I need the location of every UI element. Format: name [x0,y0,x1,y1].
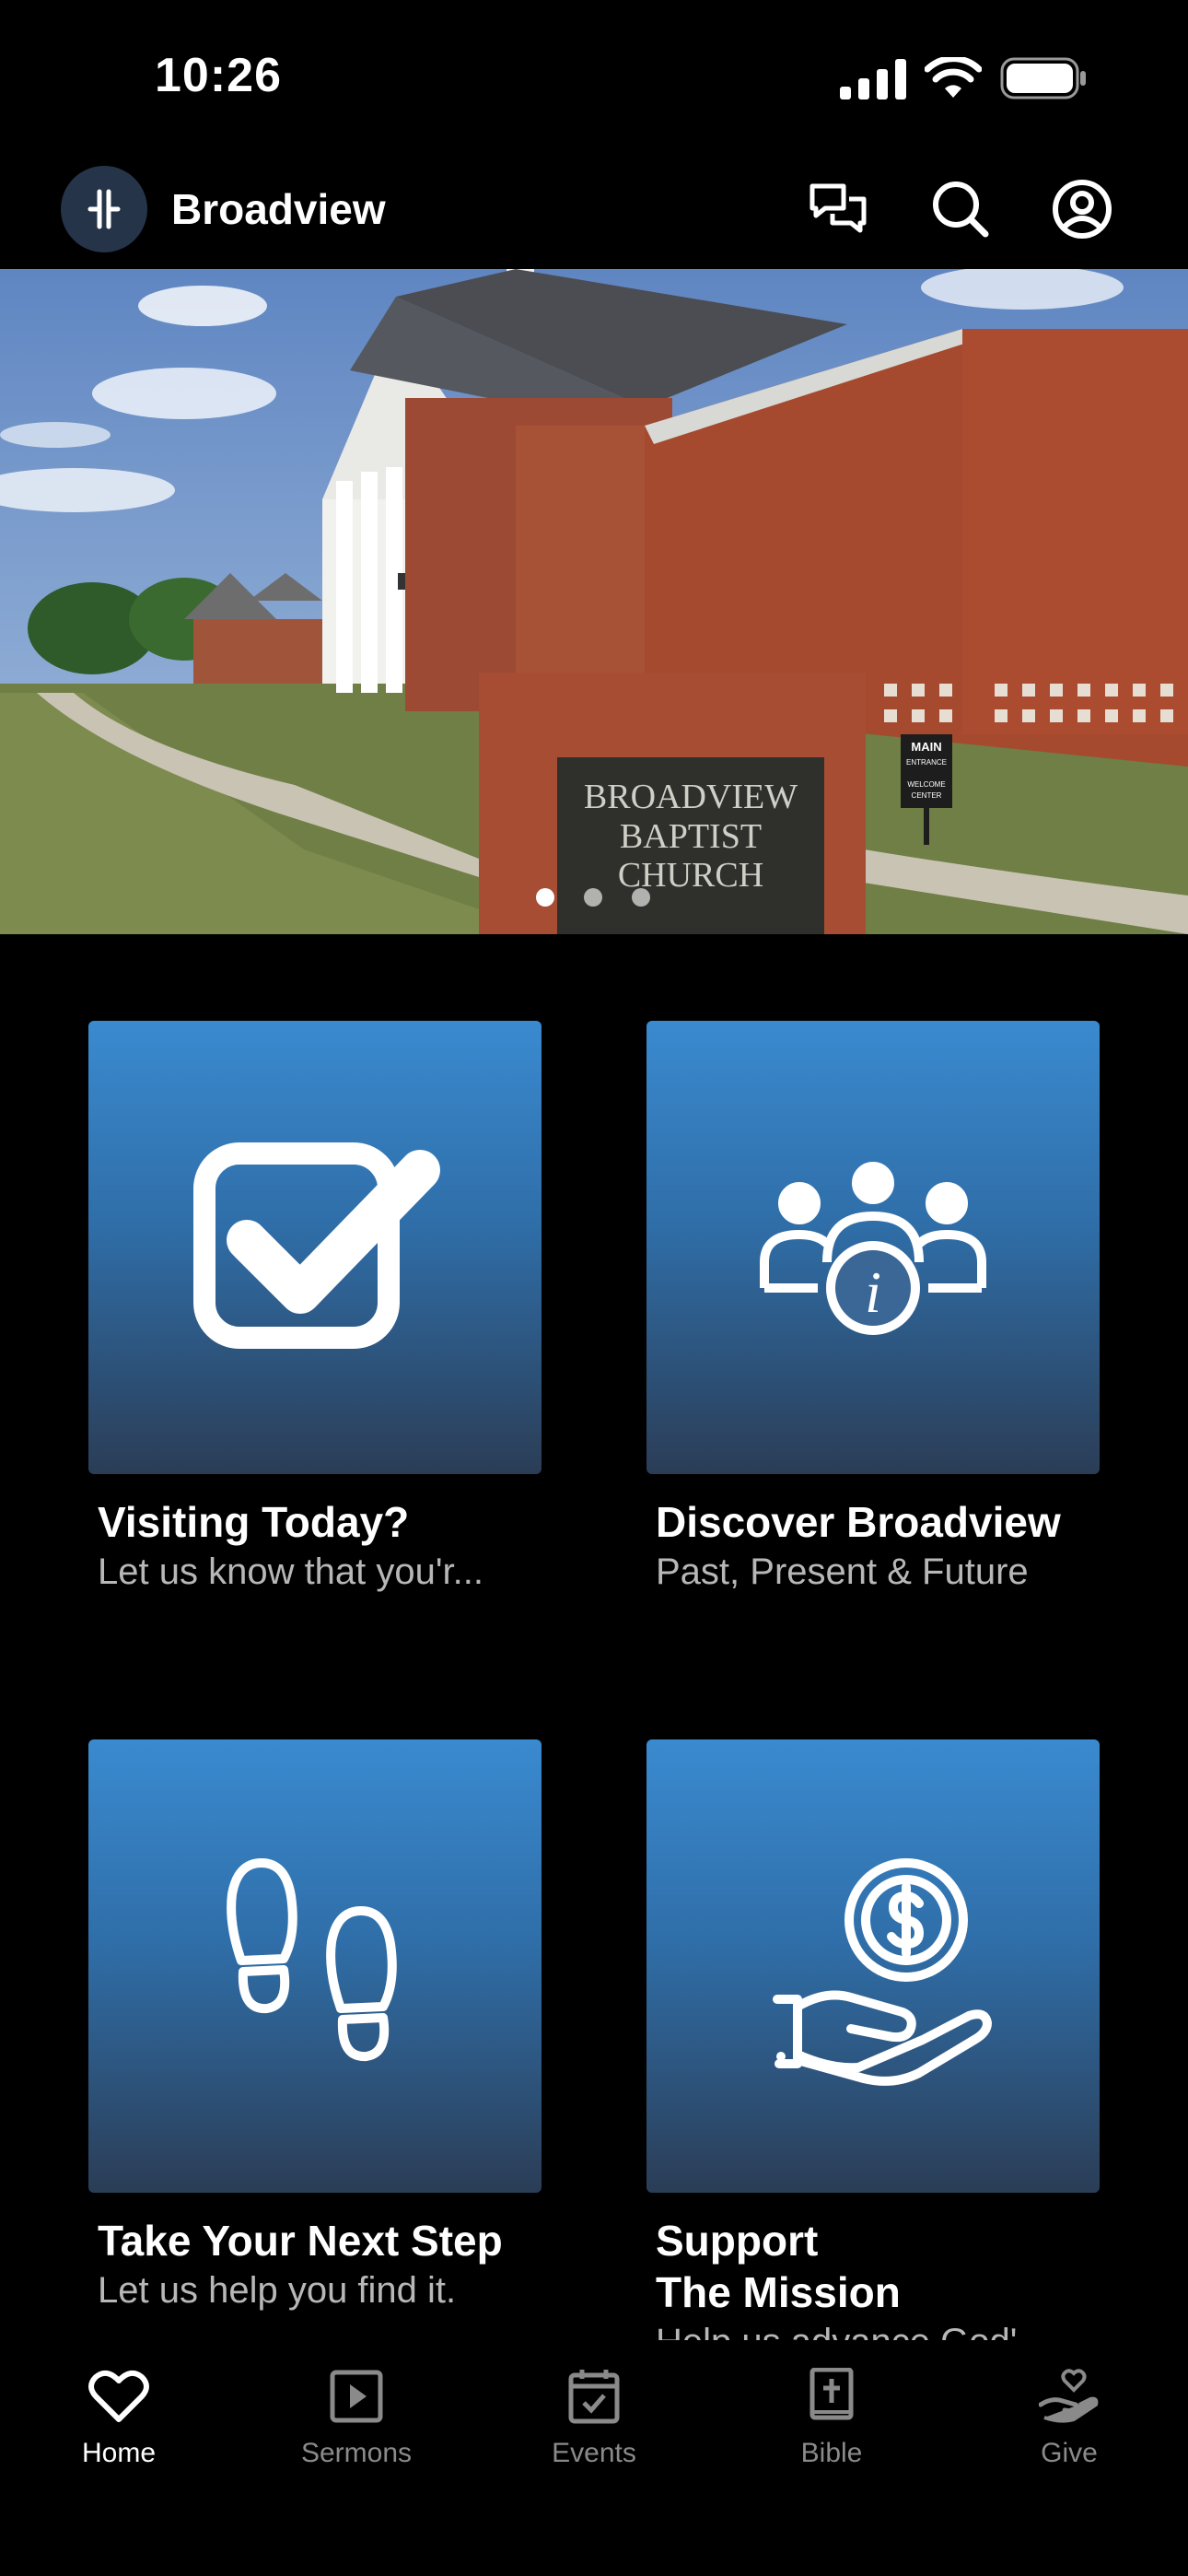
svg-text:ENTRANCE: ENTRANCE [906,758,947,767]
next-step-tile[interactable] [88,1739,542,2193]
tab-sermons[interactable]: Sermons [238,2368,475,2469]
hero-carousel[interactable]: BROADVIEW BAPTIST CHURCH MAIN ENTRANCE W… [0,269,1188,934]
visiting-today-tile[interactable] [88,1021,542,1474]
heart-icon [88,2370,149,2422]
hand-coin-icon [773,1858,992,2086]
tab-bible[interactable]: Bible [713,2368,950,2469]
tile-subtitle: Let us help you find it. [98,2270,457,2311]
tile-title-line1: Support [656,2217,819,2265]
tab-home[interactable]: Home [0,2368,238,2469]
play-icon [330,2370,383,2423]
cross-logo-icon [87,189,121,229]
tile-subtitle: Help us advance God' [656,2320,1098,2340]
battery-icon [1000,57,1086,100]
chat-icon[interactable] [807,177,871,241]
tab-label: Events [552,2438,636,2468]
search-icon[interactable] [928,177,993,241]
svg-text:BROADVIEW: BROADVIEW [584,778,798,816]
support-mission-tile[interactable] [646,1739,1100,2193]
give-icon [1039,2369,1099,2423]
carousel-dot[interactable] [584,888,602,907]
tile-title: Discover Broadview [656,1498,1061,1546]
tab-label: Sermons [300,2438,413,2468]
tile-title-line2: The Mission [656,2268,901,2316]
svg-text:CENTER: CENTER [912,791,942,800]
svg-text:MAIN: MAIN [911,740,941,754]
tab-label: Home [81,2438,157,2468]
profile-icon[interactable] [1050,177,1114,241]
tab-label: Give [1041,2438,1098,2468]
tab-events[interactable]: Events [475,2368,713,2469]
checkbox-checked-icon [193,1142,440,1349]
tile-subtitle: Past, Present & Future [656,1551,1029,1592]
discover-broadview-tile[interactable]: i [646,1021,1100,1474]
calendar-icon [568,2370,620,2424]
tab-label: Bible [800,2438,863,2468]
status-time: 10:26 [155,49,282,102]
svg-text:BAPTIST: BAPTIST [620,817,762,856]
tab-give[interactable]: Give [950,2368,1188,2469]
svg-text:i: i [865,1259,881,1325]
app-title: Broadview [171,185,386,233]
wifi-icon [925,57,982,98]
people-info-icon: i [760,1162,986,1335]
tile-subtitle: Let us know that you'r... [98,1551,483,1592]
cellular-signal-icon [840,59,906,100]
church-logo[interactable] [61,166,147,252]
tile-title: Take Your Next Step [98,2217,503,2265]
svg-text:WELCOME: WELCOME [907,780,945,789]
footprints-icon [227,1858,397,2062]
carousel-dot[interactable] [632,888,650,907]
carousel-dot-active[interactable] [536,888,554,907]
church-building-photo: BROADVIEW BAPTIST CHURCH MAIN ENTRANCE W… [0,269,1188,934]
tile-title: Visiting Today? [98,1498,410,1546]
bible-icon [809,2368,854,2420]
